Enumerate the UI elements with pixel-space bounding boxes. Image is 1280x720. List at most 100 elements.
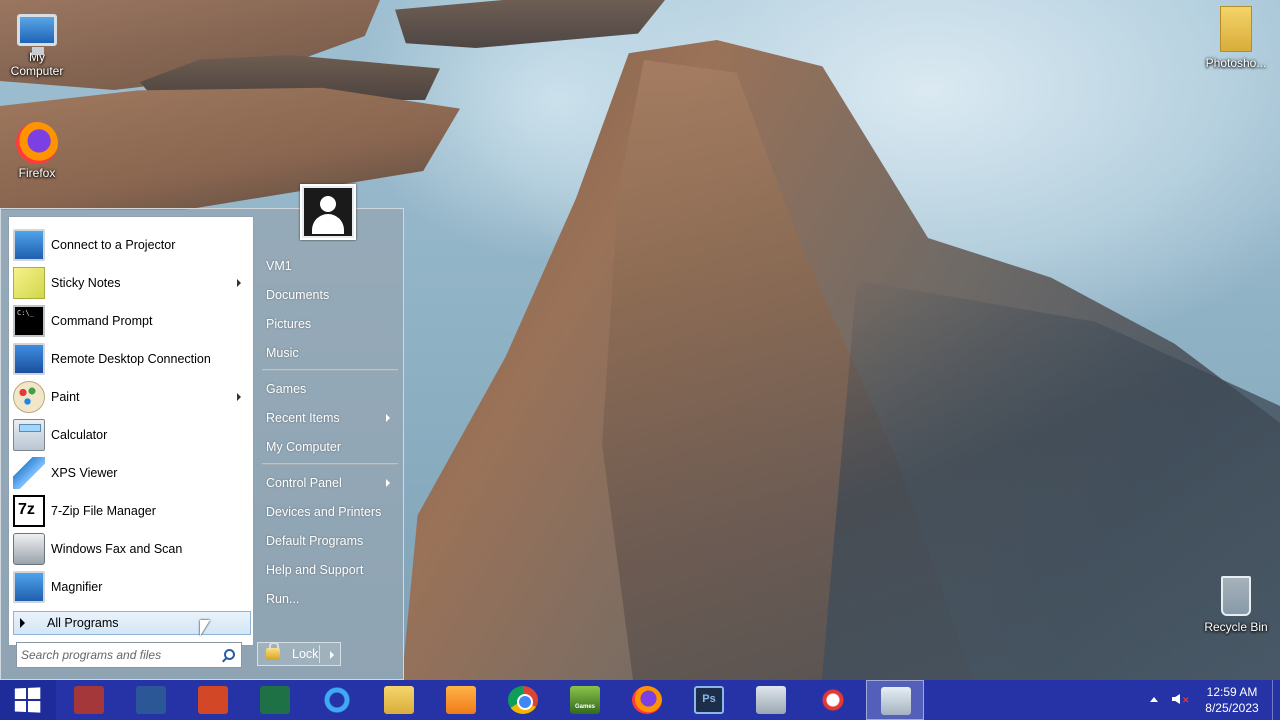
program-label: Calculator: [51, 428, 108, 442]
program-fax-and-scan[interactable]: Windows Fax and Scan: [13, 531, 251, 567]
taskbar-media-player[interactable]: [432, 680, 490, 720]
program-xps-viewer[interactable]: XPS Viewer: [13, 455, 251, 491]
calculator-icon: [13, 419, 45, 451]
program-label: Command Prompt: [51, 314, 153, 328]
mute-indicator-icon: ✕: [1182, 695, 1190, 705]
show-desktop-button[interactable]: [1272, 680, 1280, 720]
desktop-icon-recycle-bin[interactable]: Recycle Bin: [1196, 576, 1276, 634]
taskbar-network[interactable]: [742, 680, 800, 720]
taskbar: Games Ps ✕ 12:59 AM 8/25/2023: [0, 680, 1280, 720]
taskbar-powerpoint[interactable]: [184, 680, 242, 720]
start-link-default-programs[interactable]: Default Programs: [260, 529, 398, 553]
show-hidden-icons-icon[interactable]: [1150, 697, 1158, 702]
start-link-label: Control Panel: [266, 476, 342, 490]
firefox-icon: [632, 686, 662, 714]
photoshop-badge: Ps: [702, 693, 716, 705]
desktop-icon-my-computer[interactable]: My Computer: [0, 8, 77, 78]
taskbar-photoshop[interactable]: Ps: [680, 680, 738, 720]
start-link-recent-items[interactable]: Recent Items: [260, 406, 398, 430]
start-link-control-panel[interactable]: Control Panel: [260, 471, 398, 495]
word-icon: [136, 686, 166, 714]
powerpoint-icon: [198, 686, 228, 714]
start-link-games[interactable]: Games: [260, 377, 398, 401]
snipping-tool-icon: [818, 686, 848, 714]
program-label: XPS Viewer: [51, 466, 118, 480]
program-label: Sticky Notes: [51, 276, 121, 290]
start-link-help-and-support[interactable]: Help and Support: [260, 558, 398, 582]
program-remote-desktop[interactable]: Remote Desktop Connection: [13, 341, 251, 377]
user-account-picture[interactable]: [300, 184, 356, 240]
submenu-arrow-icon[interactable]: [237, 279, 241, 287]
all-programs-label: All Programs: [47, 616, 119, 630]
access-icon: [74, 686, 104, 714]
monitor-icon: [17, 14, 57, 55]
program-label: Paint: [51, 390, 80, 404]
start-menu-programs-pane: Connect to a Projector Sticky Notes Comm…: [8, 216, 254, 646]
submenu-arrow-icon: [386, 414, 390, 422]
firefox-icon: [16, 122, 58, 164]
desktop-icon-photoshop-folder[interactable]: Photosho...: [1196, 6, 1276, 70]
magnifier-icon: [13, 571, 45, 603]
seven-zip-icon: [13, 495, 45, 527]
desktop-icon-firefox[interactable]: Firefox: [0, 122, 77, 180]
start-link-pictures[interactable]: Pictures: [260, 312, 398, 336]
program-label: Magnifier: [51, 580, 103, 594]
file-explorer-icon: [384, 686, 414, 714]
search-input[interactable]: [21, 646, 217, 664]
search-icon[interactable]: [224, 649, 235, 660]
system-clock[interactable]: 12:59 AM 8/25/2023: [1196, 684, 1268, 716]
taskbar-snipping-tool[interactable]: [804, 680, 862, 720]
start-link-documents[interactable]: Documents: [260, 283, 398, 307]
media-player-icon: [446, 686, 476, 714]
submenu-arrow-icon[interactable]: [237, 393, 241, 401]
start-link-my-computer[interactable]: My Computer: [260, 435, 398, 459]
search-box[interactable]: [16, 642, 242, 668]
desktop-icon-label: Photosho...: [1205, 56, 1267, 70]
program-label: Connect to a Projector: [51, 238, 176, 252]
projector-icon: [13, 229, 45, 261]
volume-icon[interactable]: [1172, 694, 1180, 704]
program-label: 7-Zip File Manager: [51, 504, 156, 518]
taskbar-internet-explorer[interactable]: [308, 680, 366, 720]
taskbar-word[interactable]: [122, 680, 180, 720]
lock-label: Lock: [292, 647, 319, 661]
desktop-icon-label: Firefox: [18, 166, 56, 180]
start-link-music[interactable]: Music: [260, 341, 398, 365]
taskbar-games[interactable]: Games: [556, 680, 614, 720]
program-connect-to-projector[interactable]: Connect to a Projector: [13, 227, 251, 263]
program-sticky-notes[interactable]: Sticky Notes: [13, 265, 251, 301]
start-link-vm1[interactable]: VM1: [260, 254, 398, 278]
program-command-prompt[interactable]: Command Prompt: [13, 303, 251, 339]
command-prompt-icon: [13, 305, 45, 337]
recycle-bin-icon: [1221, 576, 1251, 616]
wallpaper-rock: [395, 0, 665, 48]
mouse-cursor-icon: [200, 620, 210, 636]
start-link-label: Recent Items: [266, 411, 340, 425]
program-calculator[interactable]: Calculator: [13, 417, 251, 453]
start-link-run[interactable]: Run...: [260, 587, 398, 611]
taskbar-access[interactable]: [60, 680, 118, 720]
taskbar-chrome[interactable]: [494, 680, 552, 720]
internet-explorer-icon: [322, 686, 352, 714]
fax-scan-icon: [13, 533, 45, 565]
network-icon: [756, 686, 786, 714]
shutdown-options-arrow-icon[interactable]: [330, 651, 334, 659]
windows-logo-icon: [14, 687, 41, 713]
desktop-icon-label: Recycle Bin: [1204, 620, 1268, 634]
xps-viewer-icon: [13, 457, 45, 489]
lock-button[interactable]: Lock: [257, 642, 341, 666]
taskbar-firefox[interactable]: [618, 680, 676, 720]
program-7zip[interactable]: 7-Zip File Manager: [13, 493, 251, 529]
start-button[interactable]: [0, 680, 56, 720]
lock-icon: [266, 642, 280, 660]
sticky-notes-icon: [13, 267, 45, 299]
taskbar-disc-tool[interactable]: [866, 680, 924, 720]
program-label: Remote Desktop Connection: [51, 352, 211, 366]
program-magnifier[interactable]: Magnifier: [13, 569, 251, 605]
start-link-devices-and-printers[interactable]: Devices and Printers: [260, 500, 398, 524]
program-paint[interactable]: Paint: [13, 379, 251, 415]
taskbar-file-explorer[interactable]: [370, 680, 428, 720]
all-programs-button[interactable]: All Programs: [13, 611, 251, 635]
taskbar-excel[interactable]: [246, 680, 304, 720]
games-badge: Games: [574, 704, 595, 710]
